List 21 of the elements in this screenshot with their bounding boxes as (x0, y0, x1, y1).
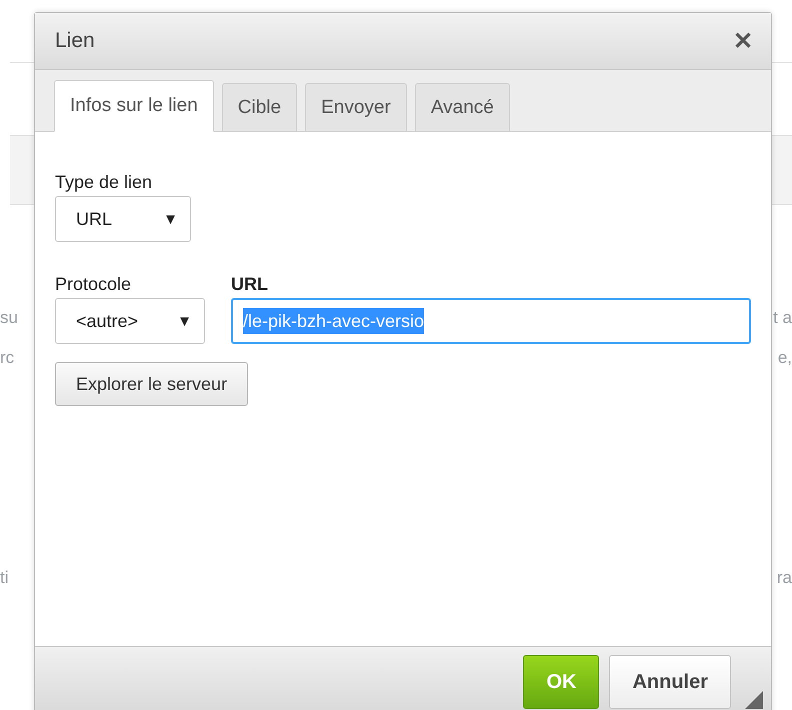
cancel-button[interactable]: Annuler (609, 655, 731, 709)
background-text: ra (776, 567, 792, 589)
tab[interactable]: Cible (222, 83, 298, 131)
url-field[interactable]: /le-pik-bzh-avec-versio (231, 298, 751, 344)
field-label: URL (231, 274, 269, 295)
close-button[interactable]: ✕ (733, 26, 753, 56)
background-text: e, (778, 347, 792, 369)
background-text: t a (773, 307, 792, 329)
tab[interactable]: Avancé (414, 83, 510, 131)
resize-grip-icon[interactable] (745, 691, 763, 709)
background-text: su (0, 307, 18, 329)
tab[interactable]: Envoyer (305, 83, 407, 131)
background-text: ti (0, 567, 8, 589)
dialog-title: Lien (55, 29, 95, 53)
tab[interactable]: Infos sur le lien (54, 80, 214, 132)
protocol-select[interactable]: <autre> ▼ (55, 298, 205, 344)
browse-server-button[interactable]: Explorer le serveur (55, 362, 248, 406)
field-label: Protocole (55, 274, 132, 295)
background-text: rc (0, 347, 14, 369)
link-type-select[interactable]: URL ▼ (55, 196, 191, 242)
field-label: Type de lien (55, 172, 154, 193)
